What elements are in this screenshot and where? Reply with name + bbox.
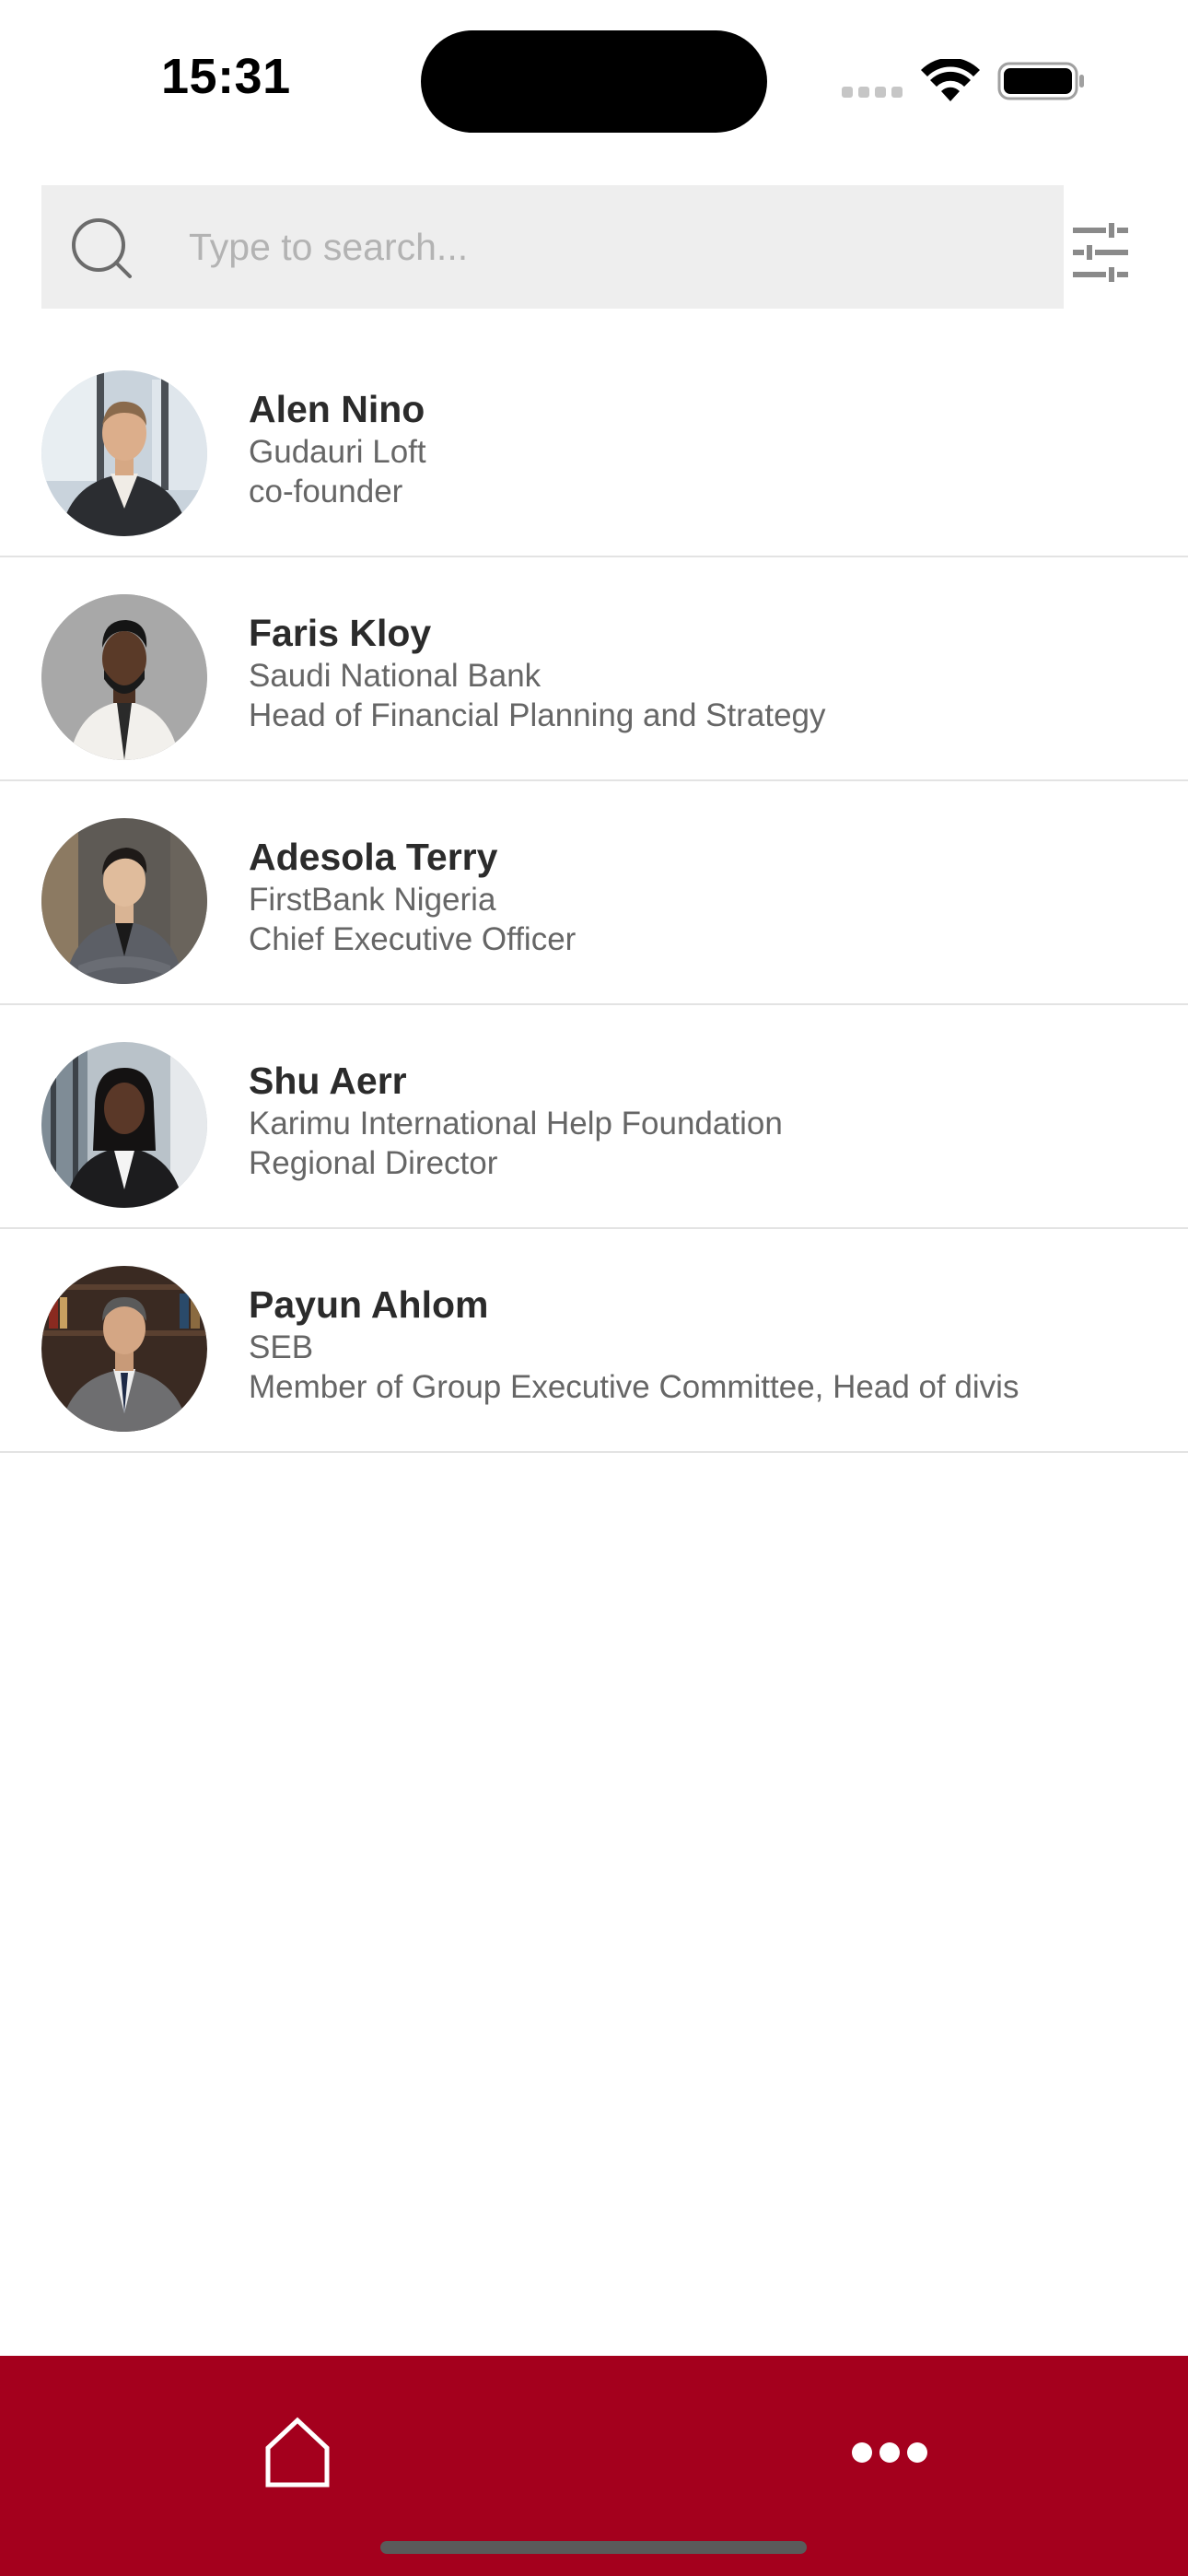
contact-role: Chief Executive Officer bbox=[249, 920, 577, 957]
contact-company: Saudi National Bank bbox=[249, 657, 542, 694]
contact-role: Regional Director bbox=[249, 1144, 498, 1181]
avatar bbox=[41, 594, 207, 760]
wifi-icon bbox=[921, 59, 980, 101]
contact-text: Adesola Terry FirstBank Nigeria Chief Ex… bbox=[249, 781, 1151, 1003]
search-row bbox=[41, 185, 1147, 309]
contact-name: Alen Nino bbox=[249, 387, 425, 430]
contact-company: Gudauri Loft bbox=[249, 433, 426, 470]
search-box[interactable] bbox=[41, 185, 1064, 309]
contact-text: Faris Kloy Saudi National Bank Head of F… bbox=[249, 557, 1151, 779]
contact-row[interactable]: Alen Nino Gudauri Loft co-founder bbox=[0, 334, 1188, 557]
dynamic-island bbox=[421, 30, 767, 133]
home-indicator[interactable] bbox=[380, 2541, 807, 2554]
contact-name: Faris Kloy bbox=[249, 611, 432, 654]
avatar bbox=[41, 370, 207, 536]
home-icon bbox=[265, 2417, 330, 2488]
contact-name: Shu Aerr bbox=[249, 1059, 407, 1102]
avatar bbox=[41, 818, 207, 984]
cellular-signal-icon bbox=[842, 87, 904, 98]
more-horizontal-icon bbox=[852, 2442, 927, 2463]
contact-name: Adesola Terry bbox=[249, 835, 498, 878]
contact-text: Payun Ahlom SEB Member of Group Executiv… bbox=[249, 1229, 1151, 1451]
status-bar: 15:31 bbox=[0, 0, 1188, 157]
contact-row[interactable]: Faris Kloy Saudi National Bank Head of F… bbox=[0, 557, 1188, 781]
contact-company: Karimu International Help Foundation bbox=[249, 1105, 783, 1142]
contact-company: SEB bbox=[249, 1329, 314, 1365]
search-input[interactable] bbox=[189, 185, 1036, 309]
contact-row[interactable]: Adesola Terry FirstBank Nigeria Chief Ex… bbox=[0, 781, 1188, 1005]
avatar bbox=[41, 1266, 207, 1432]
contact-role: Head of Financial Planning and Strategy bbox=[249, 697, 826, 733]
contact-list: Alen Nino Gudauri Loft co-founder Faris … bbox=[0, 334, 1188, 1453]
contact-text: Alen Nino Gudauri Loft co-founder bbox=[249, 334, 1151, 556]
avatar bbox=[41, 1042, 207, 1208]
status-time: 15:31 bbox=[161, 49, 291, 104]
more-tab[interactable] bbox=[839, 2411, 940, 2494]
sliders-icon[interactable] bbox=[1073, 223, 1137, 282]
search-icon bbox=[72, 218, 132, 278]
contact-role: co-founder bbox=[249, 473, 403, 509]
contact-row[interactable]: Shu Aerr Karimu International Help Found… bbox=[0, 1005, 1188, 1229]
contact-text: Shu Aerr Karimu International Help Found… bbox=[249, 1005, 1151, 1227]
contact-role: Member of Group Executive Committee, Hea… bbox=[249, 1368, 1019, 1405]
contact-name: Payun Ahlom bbox=[249, 1282, 489, 1326]
contact-company: FirstBank Nigeria bbox=[249, 881, 496, 918]
contact-row[interactable]: Payun Ahlom SEB Member of Group Executiv… bbox=[0, 1229, 1188, 1453]
battery-icon bbox=[997, 62, 1084, 100]
home-tab[interactable] bbox=[247, 2402, 348, 2503]
